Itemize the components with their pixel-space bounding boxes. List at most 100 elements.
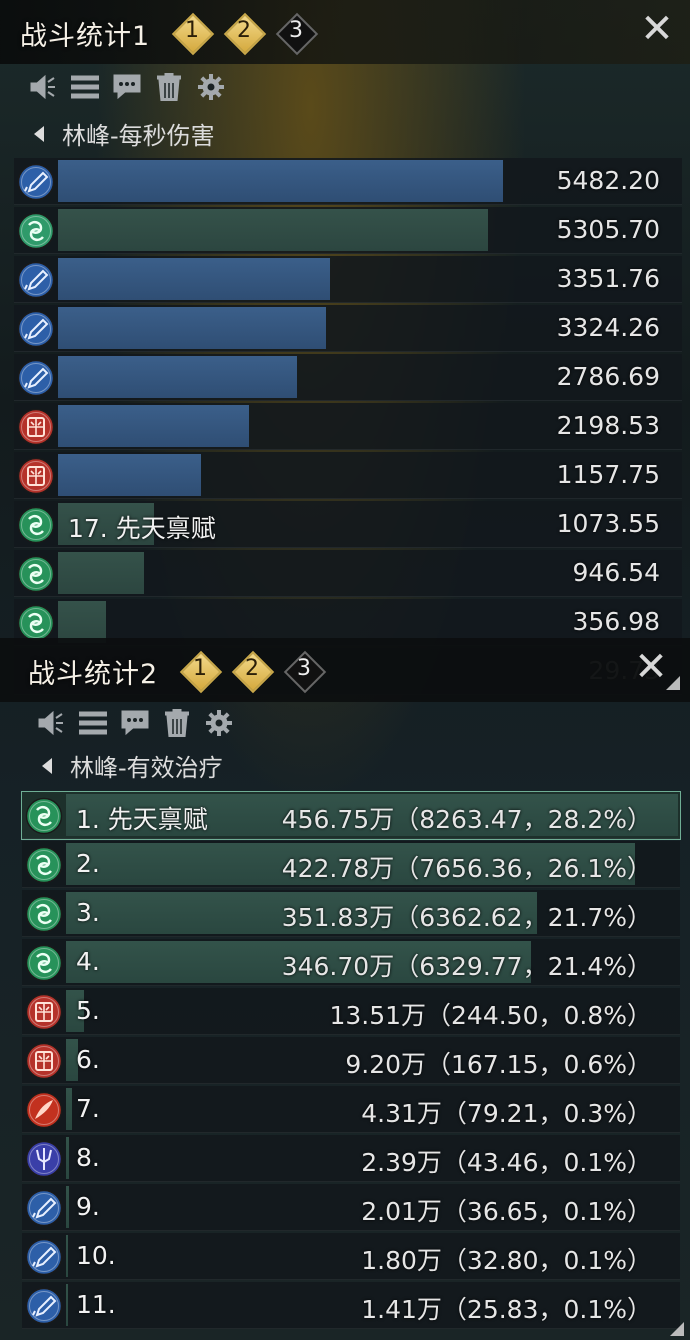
combat-stats-panel-1: 战斗统计1 1 2 3 ✕ 林峰-每秒伤害 5482.20 5305.70 33… [0, 0, 690, 695]
gear-icon[interactable] [196, 72, 226, 102]
panel-1-tab-3[interactable]: 3 [274, 12, 319, 56]
heal-row[interactable]: 4. 346.70万（6329.77，21.4%） [22, 939, 680, 986]
row-value: 2.01万（36.65，0.1%） [361, 1197, 652, 1226]
tab-number: 3 [297, 656, 311, 681]
panel-1-title: 战斗统计1 [20, 21, 151, 52]
panel-1-titlebar[interactable]: 战斗统计1 1 2 3 ✕ [0, 0, 690, 64]
heal-row[interactable]: 10. 1.80万（32.80，0.1%） [22, 1233, 680, 1280]
row-value: 3324.26 [556, 313, 660, 342]
heal-row[interactable]: 9. 2.01万（36.65，0.1%） [22, 1184, 680, 1231]
shield-red-skill-icon [25, 993, 63, 1031]
row-label: 4. [76, 947, 100, 976]
green-swirl-skill-icon [17, 604, 55, 642]
tab-number: 1 [185, 18, 199, 43]
dps-row[interactable]: 2786.69 [14, 354, 682, 401]
dps-row[interactable]: 946.54 [14, 550, 682, 597]
chat-icon[interactable] [120, 708, 150, 738]
list-icon[interactable] [70, 72, 100, 102]
value-bar [66, 1186, 69, 1228]
panel-2-tab-3[interactable]: 3 [282, 650, 327, 694]
speaker-icon[interactable] [28, 72, 58, 102]
tab-number: 3 [289, 18, 303, 43]
panel-1-tab-2[interactable]: 2 [222, 12, 267, 56]
green-swirl-skill-icon [25, 944, 63, 982]
trash-icon[interactable] [162, 708, 192, 738]
panel-2-titlebar[interactable]: 战斗统计2 1 2 3 ✕ [0, 638, 690, 702]
panel-2-rows: 1. 先天禀赋 456.75万（8263.47，28.2%） 2. 422.78万（7… [21, 791, 681, 1331]
value-bar [58, 258, 330, 300]
sword-blue-skill-icon [25, 1287, 63, 1325]
heal-row[interactable]: 8. 2.39万（43.46，0.1%） [22, 1135, 680, 1182]
heal-row[interactable]: 2. 422.78万（7656.36，26.1%） [22, 841, 680, 888]
row-value: 5305.70 [556, 215, 660, 244]
panel-2-tabs: 1 2 3 [178, 650, 327, 694]
row-value: 346.70万（6329.77，21.4%） [281, 952, 652, 981]
heal-row[interactable]: 6. 9.20万（167.15，0.6%） [22, 1037, 680, 1084]
panel-1-rows: 5482.20 5305.70 3351.76 3324.26 2786.69 2198.… [14, 158, 682, 697]
row-label: 17. 先天禀赋 [68, 514, 216, 543]
row-value: 1.80万（32.80，0.1%） [361, 1246, 652, 1275]
value-bar [58, 405, 249, 447]
green-swirl-skill-icon [25, 846, 63, 884]
dps-row[interactable]: 3351.76 [14, 256, 682, 303]
sword-blue-skill-icon [25, 1238, 63, 1276]
value-bar [58, 160, 503, 202]
heal-row[interactable]: 5. 13.51万（244.50，0.8%） [22, 988, 680, 1035]
row-label: 10. [76, 1241, 116, 1270]
row-value: 422.78万（7656.36，26.1%） [281, 854, 652, 883]
close-icon[interactable]: ✕ [634, 647, 668, 687]
gear-icon[interactable] [204, 708, 234, 738]
row-value: 2.39万（43.46，0.1%） [361, 1148, 652, 1177]
chat-icon[interactable] [112, 72, 142, 102]
blade-red-skill-icon [25, 1091, 63, 1129]
close-icon[interactable]: ✕ [640, 9, 674, 49]
panel-1-breadcrumb[interactable]: 林峰-每秒伤害 [34, 116, 215, 151]
trash-icon[interactable] [154, 72, 184, 102]
panel-1-tab-1[interactable]: 1 [170, 12, 215, 56]
resize-handle-icon[interactable] [666, 676, 680, 690]
panel-2-toolbar [36, 708, 234, 738]
panel-2-title: 战斗统计2 [28, 659, 159, 690]
row-value: 1157.75 [556, 460, 660, 489]
row-value: 13.51万（244.50，0.8%） [329, 1001, 652, 1030]
speaker-icon[interactable] [36, 708, 66, 738]
row-value: 4.31万（79.21，0.3%） [361, 1099, 652, 1128]
row-label: 7. [76, 1094, 100, 1123]
row-label: 2. [76, 849, 100, 878]
resize-handle-icon[interactable] [670, 1322, 684, 1336]
row-label: 3. [76, 898, 100, 927]
row-value: 9.20万（167.15，0.6%） [345, 1050, 652, 1079]
panel-2-tab-1[interactable]: 1 [178, 650, 223, 694]
row-value: 5482.20 [556, 166, 660, 195]
heal-row[interactable]: 7. 4.31万（79.21，0.3%） [22, 1086, 680, 1133]
panel-1-subtitle: 林峰-每秒伤害 [62, 122, 215, 150]
back-arrow-icon[interactable] [34, 125, 44, 142]
panel-1-toolbar [28, 72, 226, 102]
dps-row[interactable]: 3324.26 [14, 305, 682, 352]
row-label: 6. [76, 1045, 100, 1074]
tab-number: 2 [245, 656, 259, 681]
dps-row[interactable]: 17. 先天禀赋 1073.55 [14, 501, 682, 548]
panel-2-tab-2[interactable]: 2 [230, 650, 275, 694]
dps-row[interactable]: 5482.20 [14, 158, 682, 205]
dps-row[interactable]: 5305.70 [14, 207, 682, 254]
heal-row[interactable]: 1. 先天禀赋 456.75万（8263.47，28.2%） [21, 791, 681, 840]
green-swirl-skill-icon [17, 555, 55, 593]
back-arrow-icon[interactable] [42, 757, 52, 774]
green-swirl-skill-icon [17, 506, 55, 544]
heal-row[interactable]: 3. 351.83万（6362.62，21.7%） [22, 890, 680, 937]
sword-blue-skill-icon [17, 310, 55, 348]
row-value: 456.75万（8263.47，28.2%） [281, 805, 652, 834]
row-label: 8. [76, 1143, 100, 1172]
list-icon[interactable] [78, 708, 108, 738]
value-bar [58, 356, 297, 398]
dps-row[interactable]: 2198.53 [14, 403, 682, 450]
row-label: 11. [76, 1290, 116, 1319]
row-value: 2198.53 [556, 411, 660, 440]
row-value: 1.41万（25.83，0.1%） [361, 1295, 652, 1324]
trident-purple-skill-icon [25, 1140, 63, 1178]
dps-row[interactable]: 1157.75 [14, 452, 682, 499]
shield-red-skill-icon [17, 457, 55, 495]
heal-row[interactable]: 11. 1.41万（25.83，0.1%） [22, 1282, 680, 1329]
panel-2-breadcrumb[interactable]: 林峰-有效治疗 [42, 748, 223, 783]
